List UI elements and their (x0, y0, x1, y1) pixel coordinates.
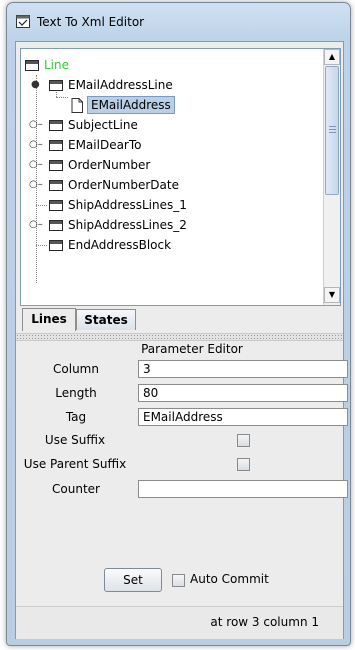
tree-node-label: EMailDearTo (68, 138, 142, 152)
tab-states[interactable]: States (76, 309, 136, 330)
folder-icon (49, 200, 63, 211)
column-field[interactable] (138, 360, 348, 378)
use-parent-suffix-label: Use Parent Suffix (23, 457, 127, 471)
folder-icon (49, 180, 63, 191)
tree-scrollbar[interactable]: ▲ ▼ (323, 49, 340, 305)
tree-node-label-selected: EMailAddress (87, 96, 175, 114)
tree-node-label: ShipAddressLines_2 (68, 218, 187, 232)
tree-node-label: OrderNumber (68, 158, 151, 172)
folder-icon (49, 120, 63, 131)
grip-line (329, 132, 336, 133)
auto-commit-checkbox[interactable] (172, 574, 185, 587)
use-suffix-label: Use Suffix (44, 433, 106, 447)
arrow-up-icon[interactable]: ▲ (324, 49, 340, 65)
status-text: at row 3 column 1 (210, 615, 319, 629)
auto-commit-label: Auto Commit (190, 572, 269, 586)
grip-line (329, 126, 336, 127)
collapsed-handle-icon: ○– (29, 219, 43, 230)
tag-field[interactable] (138, 408, 348, 426)
app-window: Text To Xml Editor Line ● EMailAddressLi (6, 2, 351, 646)
length-field[interactable] (138, 384, 348, 402)
tree-connector (56, 97, 68, 98)
collapsed-handle-icon: ○– (29, 179, 43, 190)
tree-node-label: ShipAddressLines_1 (68, 198, 187, 212)
folder-icon (49, 240, 63, 251)
folder-icon (49, 80, 63, 91)
tree-node-label: SubjectLine (68, 118, 138, 132)
set-button[interactable]: Set (104, 568, 162, 592)
collapsed-handle-icon: ○– (29, 119, 43, 130)
tree-viewport: Line ● EMailAddressLine EMailAddress ○– … (21, 49, 323, 305)
tree-node-label: EndAddressBlock (68, 238, 172, 252)
title-bar[interactable]: Text To Xml Editor (7, 3, 350, 39)
arrow-down-icon[interactable]: ▼ (324, 287, 340, 303)
counter-field[interactable] (138, 480, 348, 498)
grip-line (329, 129, 336, 130)
folder-icon (49, 160, 63, 171)
status-bar: at row 3 column 1 (16, 606, 343, 639)
line-tree[interactable]: Line ● EMailAddressLine EMailAddress ○– … (20, 48, 341, 306)
scrollbar-thumb[interactable] (325, 66, 339, 195)
collapsed-handle-icon: ○– (29, 159, 43, 170)
tree-node-label: Line (44, 58, 70, 72)
folder-icon (49, 140, 63, 151)
column-label: Column (53, 362, 99, 376)
window-title: Text To Xml Editor (37, 15, 145, 29)
tab-lines[interactable]: Lines (22, 308, 76, 331)
folder-icon (49, 220, 63, 231)
use-parent-suffix-checkbox[interactable] (237, 458, 250, 471)
tag-label: Tag (65, 410, 87, 424)
expanded-handle-icon: ● (31, 79, 40, 90)
tree-connector (36, 245, 47, 246)
collapsed-handle-icon: ○– (29, 139, 43, 150)
folder-icon (25, 60, 39, 71)
tree-node-label: OrderNumberDate (68, 178, 179, 192)
counter-label: Counter (52, 482, 100, 496)
length-label: Length (55, 386, 97, 400)
split-divider[interactable] (16, 333, 343, 341)
main-panel: Line ● EMailAddressLine EMailAddress ○– … (15, 41, 348, 639)
tree-connector (36, 205, 47, 206)
parameter-editor-heading: Parameter Editor (141, 342, 243, 356)
use-suffix-checkbox[interactable] (237, 434, 250, 447)
tree-node-label: EMailAddressLine (68, 78, 173, 92)
document-icon (71, 98, 83, 113)
app-window-icon (16, 15, 30, 28)
